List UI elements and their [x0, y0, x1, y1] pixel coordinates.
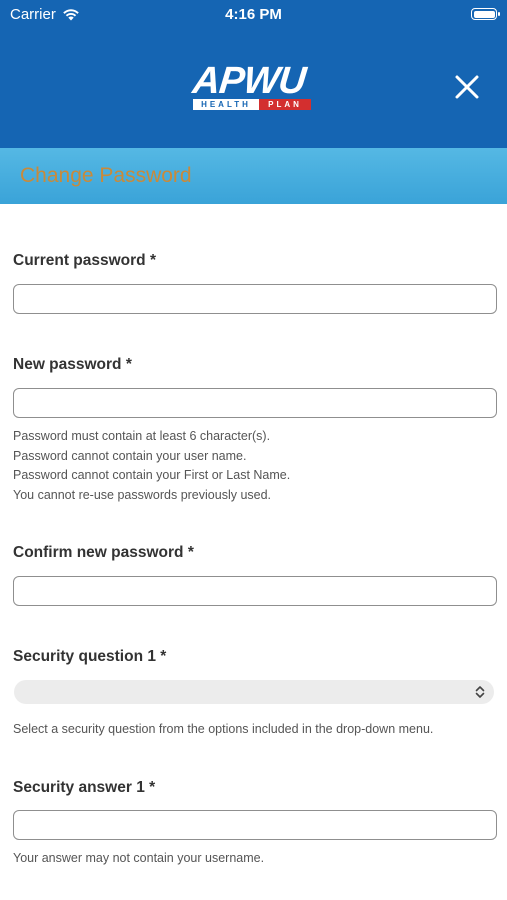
confirm-password-label: Confirm new password *	[13, 544, 194, 561]
current-password-input[interactable]	[13, 284, 497, 314]
current-password-label: Current password *	[13, 252, 156, 269]
new-password-input[interactable]	[13, 388, 497, 418]
page-title: Change Password	[20, 164, 192, 187]
password-rule: You cannot re-use passwords previously u…	[13, 487, 272, 502]
password-rule: Password cannot contain your user name.	[13, 448, 247, 463]
password-rule: Password cannot contain your First or La…	[13, 468, 291, 482]
security-question-1-label: Security question 1 *	[13, 648, 167, 665]
battery-icon	[471, 8, 500, 20]
security-answer-help: Your answer may not contain your usernam…	[13, 851, 265, 865]
close-button[interactable]	[452, 72, 482, 102]
close-icon	[455, 75, 479, 99]
new-password-label: New password *	[13, 356, 132, 373]
app-header: APWU HEALTH PLAN	[0, 28, 507, 148]
security-question-help: Select a security question from the opti…	[13, 722, 434, 736]
select-chevron-icon	[475, 686, 485, 698]
apwu-health-plan-logo: APWU HEALTH PLAN	[190, 60, 315, 112]
clock: 4:16 PM	[225, 6, 282, 23]
security-answer-1-input[interactable]	[13, 810, 497, 840]
confirm-password-input[interactable]	[13, 576, 497, 606]
password-rule: Password must contain at least 6 charact…	[13, 429, 271, 443]
page-title-band: Change Password	[0, 148, 507, 204]
new-password-rules: Password must contain at least 6 charact…	[13, 427, 290, 505]
security-answer-1-label: Security answer 1 *	[13, 779, 156, 796]
security-question-1-select[interactable]	[14, 680, 494, 704]
logo-wordmark: APWU	[190, 60, 308, 102]
status-bar: Carrier 4:16 PM	[0, 0, 507, 28]
